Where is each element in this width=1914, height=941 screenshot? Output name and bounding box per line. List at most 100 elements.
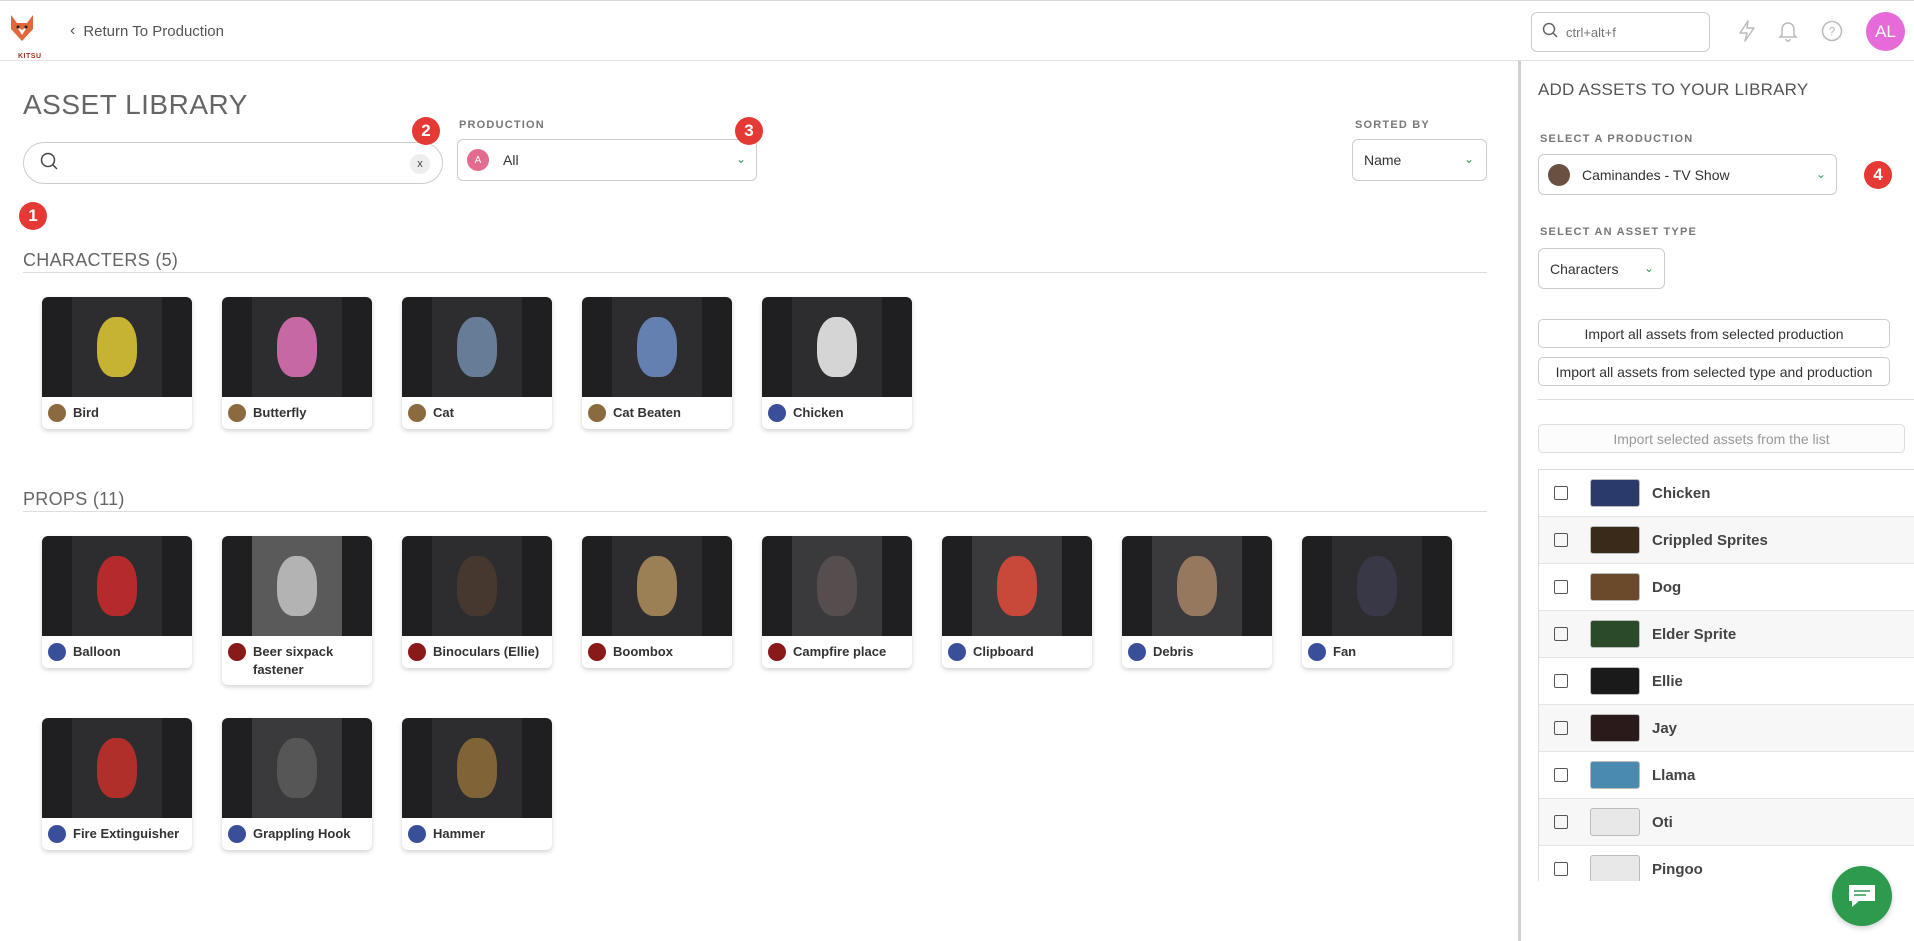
step-badge-2: 2 (412, 117, 440, 145)
asset-thumbnail (222, 536, 372, 636)
asset-name: Chicken (1652, 484, 1711, 502)
user-avatar[interactable]: AL (1866, 12, 1905, 51)
asset-thumbnail (1590, 714, 1640, 742)
asset-card[interactable]: Cat (402, 297, 552, 429)
thumbnail-image (612, 536, 702, 636)
asset-thumbnail (222, 718, 372, 818)
step-badge-1: 1 (19, 202, 47, 230)
global-search-input[interactable] (1566, 24, 1696, 40)
chat-button[interactable] (1832, 866, 1892, 926)
production-avatar (228, 404, 246, 422)
bell-icon[interactable] (1776, 19, 1800, 43)
asset-checkbox[interactable] (1554, 862, 1568, 876)
asset-card[interactable]: Balloon (42, 536, 192, 668)
asset-thumbnail (402, 536, 552, 636)
section-divider (23, 511, 1487, 512)
asset-thumbnail (942, 536, 1092, 636)
help-icon[interactable]: ? (1820, 19, 1844, 43)
clear-search-button[interactable]: x (410, 154, 430, 174)
global-search[interactable] (1531, 12, 1710, 52)
asset-checkbox[interactable] (1554, 815, 1568, 829)
import-all-production-button[interactable]: Import all assets from selected producti… (1538, 319, 1890, 348)
import-selected-button[interactable]: Import selected assets from the list (1538, 424, 1905, 453)
lightning-icon[interactable] (1735, 19, 1759, 43)
asset-selection-list: Chicken Crippled Sprites Dog Elder Sprite El… (1538, 469, 1914, 881)
asset-type-select[interactable]: Characters ⌄ (1538, 248, 1665, 289)
production-filter-select[interactable]: A All ⌄ (457, 139, 757, 181)
asset-card[interactable]: Fire Extinguisher (42, 718, 192, 850)
asset-card[interactable]: Beer sixpack fastener (222, 536, 372, 685)
asset-card-info: Clipboard (942, 636, 1092, 668)
thumbnail-image (72, 718, 162, 818)
asset-card-info: Balloon (42, 636, 192, 668)
list-item[interactable]: Chicken (1539, 470, 1914, 517)
asset-card[interactable]: Fan (1302, 536, 1452, 668)
list-item[interactable]: Llama (1539, 752, 1914, 799)
list-item[interactable]: Oti (1539, 799, 1914, 846)
asset-card-info: Fire Extinguisher (42, 818, 192, 850)
characters-section-title: CHARACTERS (5) (23, 250, 179, 270)
asset-card[interactable]: Campfire place (762, 536, 912, 668)
asset-thumbnail (1590, 526, 1640, 554)
top-bar: KITSU ‹ Return To Production ? AL (0, 0, 1914, 61)
asset-thumbnail (42, 297, 192, 397)
asset-name: Binoculars (Ellie) (433, 644, 540, 659)
sorted-by-value: Name (1364, 152, 1402, 168)
asset-card[interactable]: Cat Beaten (582, 297, 732, 429)
asset-checkbox[interactable] (1554, 533, 1568, 547)
thumbnail-subject (97, 317, 137, 377)
library-search[interactable]: x (23, 142, 443, 184)
asset-card[interactable]: Bird (42, 297, 192, 429)
asset-checkbox[interactable] (1554, 768, 1568, 782)
asset-name: Cat (433, 405, 454, 420)
thumbnail-image (432, 297, 522, 397)
panel-title: ADD ASSETS TO YOUR LIBRARY (1538, 80, 1809, 99)
list-item[interactable]: Dog (1539, 564, 1914, 611)
production-avatar (228, 825, 246, 843)
asset-card[interactable]: Chicken (762, 297, 912, 429)
asset-thumbnail (1590, 479, 1640, 507)
return-to-production-link[interactable]: ‹ Return To Production (70, 22, 224, 40)
list-item[interactable]: Elder Sprite (1539, 611, 1914, 658)
asset-thumbnail (42, 536, 192, 636)
asset-card[interactable]: Binoculars (Ellie) (402, 536, 552, 668)
kitsu-logo[interactable]: KITSU (8, 13, 41, 60)
asset-card-info: Hammer (402, 818, 552, 850)
thumbnail-image (72, 536, 162, 636)
asset-name: Pingoo (1652, 860, 1703, 878)
asset-name: Cat Beaten (613, 405, 681, 420)
production-avatar (1128, 643, 1146, 661)
thumbnail-image (1332, 536, 1422, 636)
asset-checkbox[interactable] (1554, 627, 1568, 641)
production-avatar (588, 643, 606, 661)
asset-name: Hammer (433, 826, 486, 841)
asset-checkbox[interactable] (1554, 486, 1568, 500)
asset-card[interactable]: Hammer (402, 718, 552, 850)
asset-card[interactable]: Boombox (582, 536, 732, 668)
production-avatar (48, 643, 66, 661)
asset-card[interactable]: Grappling Hook (222, 718, 372, 850)
thumbnail-subject (97, 556, 137, 616)
production-filter-value: All (503, 152, 519, 168)
asset-thumbnail (402, 718, 552, 818)
thumbnail-image (972, 536, 1062, 636)
import-type-production-button[interactable]: Import all assets from selected type and… (1538, 357, 1890, 386)
asset-checkbox[interactable] (1554, 721, 1568, 735)
asset-checkbox[interactable] (1554, 580, 1568, 594)
logo-text: KITSU (18, 53, 42, 60)
list-item[interactable]: Crippled Sprites (1539, 517, 1914, 564)
asset-card[interactable]: Butterfly (222, 297, 372, 429)
list-item[interactable]: Ellie (1539, 658, 1914, 705)
panel-production-select[interactable]: Caminandes - TV Show ⌄ (1538, 154, 1837, 195)
list-item[interactable]: Jay (1539, 705, 1914, 752)
section-divider (23, 272, 1487, 273)
asset-card[interactable]: Debris (1122, 536, 1272, 668)
step-badge-3: 3 (735, 117, 763, 145)
thumbnail-image (72, 297, 162, 397)
asset-card[interactable]: Clipboard (942, 536, 1092, 668)
thumbnail-subject (97, 738, 137, 798)
asset-checkbox[interactable] (1554, 674, 1568, 688)
sorted-by-select[interactable]: Name ⌄ (1352, 139, 1487, 181)
thumbnail-subject (637, 556, 677, 616)
asset-name: Chicken (793, 405, 844, 420)
